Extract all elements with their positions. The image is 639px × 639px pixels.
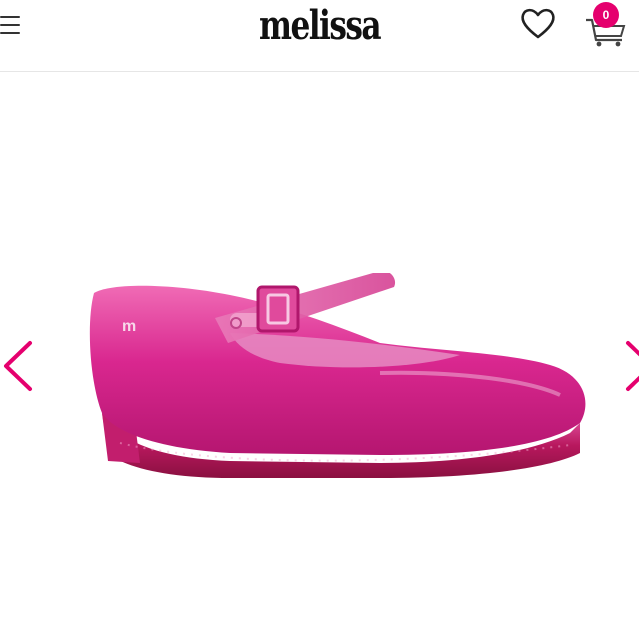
- heart-icon[interactable]: [518, 4, 558, 42]
- product-gallery: m: [0, 73, 639, 639]
- svg-text:m: m: [122, 318, 136, 335]
- chevron-left-icon[interactable]: [0, 335, 36, 397]
- cart-button[interactable]: 0: [582, 2, 630, 48]
- chevron-right-icon[interactable]: [624, 335, 639, 397]
- hamburger-menu-icon[interactable]: [0, 14, 26, 38]
- product-image[interactable]: m: [80, 270, 600, 493]
- brand-logo[interactable]: melissa: [70, 2, 568, 49]
- site-header: melissa 0: [0, 0, 639, 72]
- cart-count-badge: 0: [593, 2, 619, 28]
